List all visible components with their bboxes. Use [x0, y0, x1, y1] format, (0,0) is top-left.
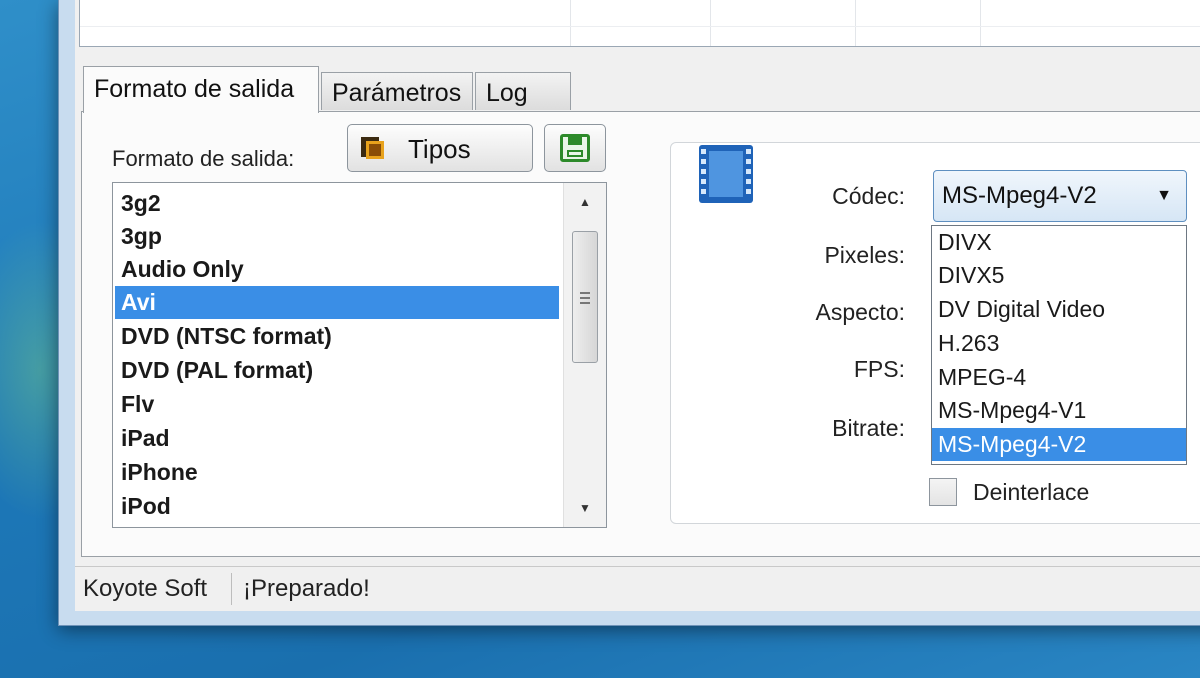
- file-list-grid[interactable]: [79, 0, 1200, 47]
- status-separator: [231, 573, 232, 605]
- bitrate-label: Bitrate:: [832, 415, 905, 441]
- film-strip-icon: [699, 145, 753, 203]
- codec-option[interactable]: DIVX: [932, 226, 1186, 259]
- grid-line: [80, 26, 1200, 27]
- codec-dropdown[interactable]: MS-Mpeg4-V2 ▼: [933, 170, 1187, 222]
- format-listbox[interactable]: 3g2 3gp Audio Only Avi DVD (NTSC format)…: [112, 182, 607, 528]
- window-client-area: Formato de salida Parámetros Log Formato…: [75, 0, 1200, 611]
- film-type-icon: [361, 137, 384, 159]
- list-item[interactable]: 3gp: [115, 220, 559, 253]
- output-format-panel: Formato de salida: Tipos 3g2 3gp Audio O…: [81, 111, 1200, 557]
- tab-formato-de-salida[interactable]: Formato de salida: [83, 66, 319, 113]
- tipos-button[interactable]: Tipos: [347, 124, 533, 172]
- codec-options-list[interactable]: DIVX DIVX5 DV Digital Video H.263 MPEG-4…: [931, 225, 1187, 465]
- app-window: Formato de salida Parámetros Log Formato…: [58, 0, 1200, 626]
- codec-option-selected[interactable]: MS-Mpeg4-V2: [932, 428, 1186, 461]
- scroll-down-arrow-icon[interactable]: ▼: [564, 493, 606, 523]
- aspect-label: Aspecto:: [815, 299, 906, 325]
- tab-parametros[interactable]: Parámetros: [321, 72, 473, 110]
- list-item[interactable]: Audio Only: [115, 253, 559, 286]
- list-item[interactable]: 3g2: [115, 187, 559, 220]
- codec-option[interactable]: H.263: [932, 327, 1186, 360]
- grid-line: [980, 0, 981, 46]
- scroll-up-arrow-icon[interactable]: ▲: [564, 187, 606, 217]
- list-item[interactable]: DVD (PAL format): [115, 354, 559, 387]
- list-item-selected[interactable]: Avi: [115, 286, 559, 319]
- list-item[interactable]: Flv: [115, 388, 559, 421]
- codec-option[interactable]: DV Digital Video: [932, 293, 1186, 326]
- codec-option[interactable]: MS-Mpeg4-V1: [932, 394, 1186, 427]
- codec-label: Códec:: [832, 183, 905, 209]
- list-item[interactable]: iPod: [115, 490, 559, 523]
- grid-line: [855, 0, 856, 46]
- output-format-label: Formato de salida:: [112, 146, 295, 171]
- grip-icon: [580, 292, 590, 304]
- codec-option[interactable]: MPEG-4: [932, 361, 1186, 394]
- tipos-label: Tipos: [408, 134, 471, 164]
- grid-line: [710, 0, 711, 46]
- deinterlace-label[interactable]: Deinterlace: [973, 479, 1089, 506]
- deinterlace-checkbox[interactable]: [929, 478, 957, 506]
- list-item[interactable]: DVD (NTSC format): [115, 320, 559, 353]
- grid-line: [570, 0, 571, 46]
- codec-option[interactable]: DIVX5: [932, 259, 1186, 292]
- list-item[interactable]: iPhone: [115, 456, 559, 489]
- fps-label: FPS:: [853, 356, 905, 382]
- tab-log[interactable]: Log: [475, 72, 571, 110]
- codec-selected-value: MS-Mpeg4-V2: [942, 182, 1097, 209]
- chevron-down-icon: ▼: [1156, 187, 1172, 204]
- status-company: Koyote Soft: [83, 575, 208, 602]
- scroll-thumb[interactable]: [572, 231, 598, 363]
- pixels-label: Pixeles:: [824, 242, 905, 268]
- floppy-save-icon: [560, 134, 590, 162]
- list-item[interactable]: iPad: [115, 422, 559, 455]
- list-scrollbar[interactable]: ▲ ▼: [563, 183, 606, 527]
- status-message: ¡Preparado!: [243, 575, 370, 602]
- codec-settings-group: Códec: Pixeles: Aspecto: FPS: Bitrate: M…: [670, 142, 1200, 524]
- save-button[interactable]: [544, 124, 606, 172]
- status-bar: Koyote Soft ¡Preparado!: [75, 566, 1200, 611]
